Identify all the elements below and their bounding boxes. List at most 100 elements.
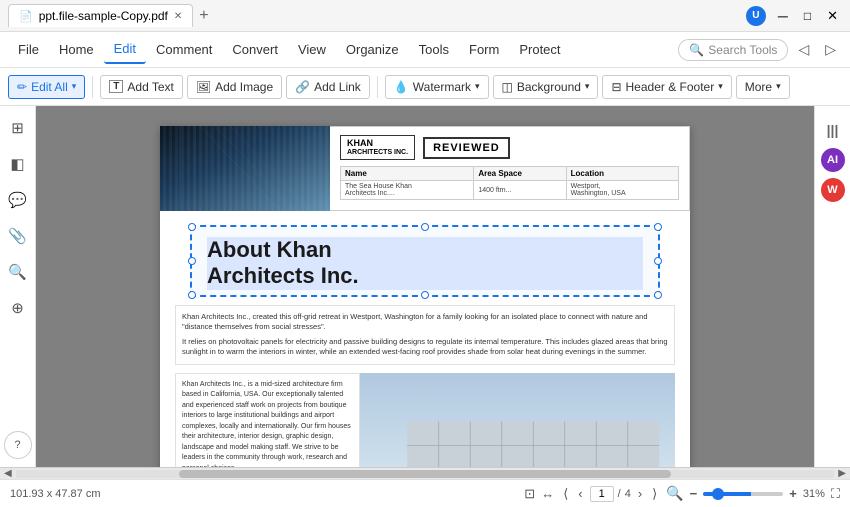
table-header-name: Name <box>341 167 474 181</box>
watermark-button[interactable]: 💧 Watermark ▾ <box>385 75 489 99</box>
sidebar-thumbnails-icon[interactable]: ⊞ <box>4 114 32 142</box>
title-tab[interactable]: 📄 ppt.file-sample-Copy.pdf ✕ <box>8 4 193 27</box>
user-icon[interactable]: U <box>746 6 766 26</box>
pdf-bottom-left-text: Khan Architects Inc., is a mid-sized arc… <box>175 373 360 467</box>
body-paragraph-2: It relies on photovoltaic panels for ele… <box>182 337 668 358</box>
properties-panel-icon[interactable]: ||| <box>821 118 845 142</box>
pdf-logo-area: KHAN ARCHITECTS INC. REVIEWED <box>340 135 679 160</box>
edit-all-button[interactable]: ✏ Edit All ▾ <box>8 75 85 99</box>
last-page-btn[interactable]: ⟩ <box>649 485 660 503</box>
pdf-bottom-section: Khan Architects Inc., is a mid-sized arc… <box>175 373 675 467</box>
add-link-button[interactable]: 🔗 Add Link <box>286 75 370 99</box>
word-icon[interactable]: W <box>821 178 845 202</box>
menu-bar: File Home Edit Comment Convert View Orga… <box>0 32 850 68</box>
zoom-level-display: 31% <box>803 488 825 500</box>
title-bar: 📄 ppt.file-sample-Copy.pdf ✕ + U ─ □ ✕ <box>0 0 850 32</box>
page-navigation: ⟨ ‹ / 4 › ⟩ <box>560 485 660 503</box>
menu-form[interactable]: Form <box>459 36 509 63</box>
status-left: 101.93 x 47.87 cm <box>10 488 101 500</box>
selection-handle-mr[interactable] <box>654 257 662 265</box>
pdf-title-wrapper: About KhanArchitects Inc. <box>160 211 690 297</box>
main-area: ⊞ ◧ 💬 📎 🔍 ⊕ ? <box>0 106 850 467</box>
table-header-area: Area Space <box>474 167 566 181</box>
new-tab-button[interactable]: + <box>199 7 208 25</box>
zoom-slider[interactable] <box>703 492 783 496</box>
window-minimize-icon[interactable]: ─ <box>774 8 792 24</box>
more-button[interactable]: More ▾ <box>736 75 790 99</box>
pdf-title-selection[interactable]: About KhanArchitects Inc. <box>190 225 660 297</box>
sidebar-attachments-icon[interactable]: 📎 <box>4 222 32 250</box>
selection-handle-bl[interactable] <box>188 291 196 299</box>
zoom-out-icon[interactable]: 🔍 <box>666 485 683 502</box>
menu-convert[interactable]: Convert <box>222 36 288 63</box>
pdf-body-text-1: Khan Architects Inc., created this off-g… <box>175 305 675 365</box>
toolbar: ✏ Edit All ▾ T Add Text 🖼 Add Image 🔗 Ad… <box>0 68 850 106</box>
selection-handle-bm[interactable] <box>421 291 429 299</box>
sidebar-layers-icon[interactable]: ⊕ <box>4 294 32 322</box>
fit-page-icon[interactable]: ⊡ <box>524 486 535 502</box>
reviewed-badge: REVIEWED <box>423 137 510 159</box>
fit-width-icon[interactable]: ↔ <box>541 486 554 501</box>
watermark-icon: 💧 <box>394 80 409 94</box>
search-placeholder: Search Tools <box>708 43 777 57</box>
body-paragraph-1: Khan Architects Inc., created this off-g… <box>182 312 668 333</box>
horizontal-scrollbar: ◀ ▶ <box>0 467 850 479</box>
tab-label: ppt.file-sample-Copy.pdf <box>39 9 168 23</box>
edit-all-caret: ▾ <box>72 81 77 92</box>
fullscreen-icon[interactable]: ⛶ <box>831 486 840 502</box>
zoom-plus-icon[interactable]: + <box>789 486 797 501</box>
company-logo: KHAN ARCHITECTS INC. <box>340 135 415 160</box>
sidebar-comments-icon[interactable]: 💬 <box>4 186 32 214</box>
selection-handle-tl[interactable] <box>188 223 196 231</box>
first-page-btn[interactable]: ⟨ <box>560 485 571 503</box>
toolbar-divider-1 <box>92 76 93 98</box>
pdf-header-right: KHAN ARCHITECTS INC. REVIEWED Name Area … <box>330 126 690 211</box>
sidebar-help-icon[interactable]: ? <box>4 431 32 459</box>
scroll-track[interactable] <box>16 470 835 478</box>
logo-line2: ARCHITECTS INC. <box>347 149 408 157</box>
selection-handle-tm[interactable] <box>421 223 429 231</box>
image-icon: 🖼 <box>196 80 211 94</box>
ai-assistant-icon[interactable]: AI <box>821 148 845 172</box>
window-close-icon[interactable]: ✕ <box>823 8 842 24</box>
sidebar-search-icon[interactable]: 🔍 <box>4 258 32 286</box>
background-button[interactable]: ◫ Background ▾ <box>493 75 599 99</box>
menu-file[interactable]: File <box>8 36 49 63</box>
scroll-thumb[interactable] <box>179 470 670 478</box>
title-bar-left: 📄 ppt.file-sample-Copy.pdf ✕ + <box>8 4 209 27</box>
close-tab-icon[interactable]: ✕ <box>174 11 182 22</box>
pdf-page: KHAN ARCHITECTS INC. REVIEWED Name Area … <box>160 126 690 467</box>
menu-view[interactable]: View <box>288 36 336 63</box>
sidebar-bottom: ? <box>4 431 32 459</box>
selection-handle-ml[interactable] <box>188 257 196 265</box>
menu-tools[interactable]: Tools <box>409 36 459 63</box>
pdf-canvas-area[interactable]: KHAN ARCHITECTS INC. REVIEWED Name Area … <box>36 106 814 467</box>
sidebar-bookmarks-icon[interactable]: ◧ <box>4 150 32 178</box>
right-sidebar: ||| AI W <box>814 106 850 467</box>
search-tools-box[interactable]: 🔍 Search Tools <box>678 39 788 61</box>
logo-line1: KHAN <box>347 138 408 149</box>
menu-home[interactable]: Home <box>49 36 104 63</box>
current-page-input[interactable] <box>590 486 614 502</box>
scroll-left-arrow[interactable]: ◀ <box>0 468 16 479</box>
scroll-right-arrow[interactable]: ▶ <box>834 468 850 479</box>
table-header-location: Location <box>566 167 678 181</box>
menu-comment[interactable]: Comment <box>146 36 222 63</box>
add-text-button[interactable]: T Add Text <box>100 75 183 99</box>
selection-handle-tr[interactable] <box>654 223 662 231</box>
zoom-minus-icon[interactable]: − <box>690 486 698 501</box>
next-page-btn[interactable]: › <box>635 485 645 502</box>
menu-protect[interactable]: Protect <box>509 36 570 63</box>
table-cell-location: Westport,Washington, USA <box>566 181 678 200</box>
nav-back-icon[interactable]: ◁ <box>792 37 815 62</box>
header-footer-button[interactable]: ⊟ Header & Footer ▾ <box>602 75 731 99</box>
menu-edit[interactable]: Edit <box>104 35 146 64</box>
table-cell-area: 1400 ftm... <box>474 181 566 200</box>
prev-page-btn[interactable]: ‹ <box>575 485 585 502</box>
add-image-button[interactable]: 🖼 Add Image <box>187 75 282 99</box>
building-image-right <box>360 373 675 467</box>
window-restore-icon[interactable]: □ <box>800 9 815 23</box>
menu-organize[interactable]: Organize <box>336 36 409 63</box>
nav-forward-icon[interactable]: ▷ <box>819 37 842 62</box>
selection-handle-br[interactable] <box>654 291 662 299</box>
